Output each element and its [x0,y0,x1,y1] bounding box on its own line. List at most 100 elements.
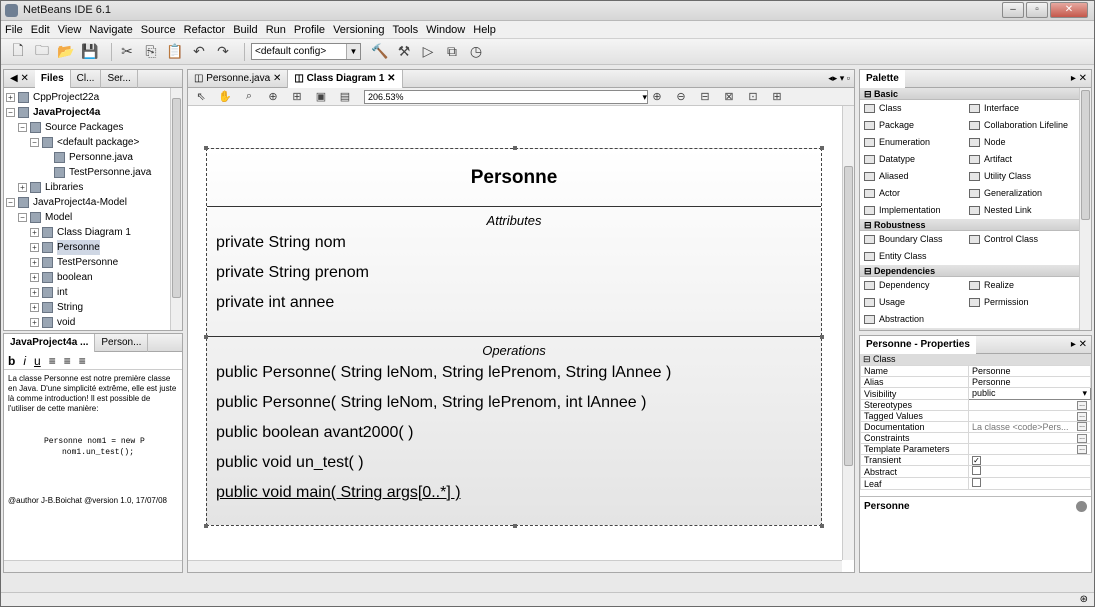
expander-icon[interactable]: + [18,183,27,192]
fit-icon[interactable]: ▣ [312,88,330,106]
editor-vscrollbar[interactable] [842,106,854,560]
uml-class-box[interactable]: Personne Attributes private String nom p… [204,146,824,528]
zoom-out-icon[interactable]: ⊖ [672,88,690,106]
palette-item[interactable]: Entity Class [860,248,965,265]
menu-help[interactable]: Help [473,24,496,36]
editor-hscrollbar[interactable] [188,560,842,572]
resize-handle[interactable] [820,524,824,528]
property-row[interactable]: Template Parameters... [860,443,1091,455]
expander-icon[interactable]: − [30,138,39,147]
tree-item[interactable]: +Diagrams [6,330,182,331]
menu-view[interactable]: View [58,24,82,36]
uml-operation[interactable]: public Personne( String leNom, String le… [207,358,821,388]
help-icon[interactable] [1076,501,1087,512]
palette-item[interactable]: Generalization [965,185,1070,202]
palette-item[interactable]: Interface [965,100,1070,117]
layout-orthogonal-icon[interactable]: ⊠ [720,88,738,106]
expander-icon[interactable]: + [30,288,39,297]
ellipsis-button[interactable]: ... [1077,411,1087,421]
ellipsis-button[interactable]: ... [1077,444,1087,454]
expander-icon[interactable]: − [6,108,15,117]
property-value[interactable]: Personne [968,376,1091,388]
tree-item[interactable]: + Class Diagram 1 [6,225,182,240]
javadoc-hscrollbar[interactable] [4,560,182,572]
tree-item[interactable]: − JavaProject4a [6,105,182,120]
palette-item[interactable]: Abstraction [860,311,965,328]
resize-handle[interactable] [513,524,517,528]
expander-icon[interactable]: − [18,123,27,132]
expander-icon[interactable]: + [30,273,39,282]
tab-class-diagram[interactable]: ◫ Class Diagram 1 ✕ [288,70,403,88]
chevron-down-icon[interactable]: ▾ [1082,389,1087,399]
resize-handle[interactable] [820,335,824,339]
expander-icon[interactable]: + [30,303,39,312]
overview-icon[interactable]: ▤ [336,88,354,106]
ellipsis-button[interactable]: ... [1077,400,1087,410]
property-value[interactable]: ✓ [968,454,1091,466]
layout-hierarchical-icon[interactable]: ⊟ [696,88,714,106]
property-value[interactable]: Personne [968,365,1091,377]
palette-item[interactable]: Actor [860,185,965,202]
tab-services[interactable]: Ser... [101,70,138,88]
align-left-icon[interactable]: ≡ [49,354,56,368]
property-value[interactable]: ... [968,443,1091,455]
close-button[interactable]: ✕ [1050,2,1088,18]
expander-icon[interactable]: + [30,228,39,237]
menu-source[interactable]: Source [141,24,176,36]
palette-item[interactable]: Utility Class [965,168,1070,185]
copy-icon[interactable]: ⎘ [142,43,160,61]
resize-handle[interactable] [204,146,208,150]
profile-icon[interactable]: ◷ [467,43,485,61]
menu-navigate[interactable]: Navigate [89,24,132,36]
uml-attribute[interactable]: private String prenom [207,258,821,288]
expander-icon[interactable]: − [18,213,27,222]
tree-item[interactable]: − <default package> [6,135,182,150]
menu-refactor[interactable]: Refactor [184,24,226,36]
palette-item[interactable]: Enumeration [860,134,965,151]
new-project-icon[interactable]: 🗀 [33,42,51,61]
resize-handle[interactable] [204,335,208,339]
zoom-in-icon[interactable]: ⊕ [648,88,666,106]
save-all-icon[interactable]: 💾 [81,43,99,61]
menu-build[interactable]: Build [233,24,257,36]
properties-menu-icon[interactable]: ▸ ✕ [1071,339,1087,350]
navigate-link-icon[interactable]: ⊞ [288,88,306,106]
ellipsis-button[interactable]: ... [1077,422,1087,431]
property-value[interactable] [968,477,1091,490]
palette-item[interactable]: Class [860,100,965,117]
redo-icon[interactable]: ↷ [214,43,232,61]
bold-button[interactable]: b [8,354,15,368]
maximize-button[interactable]: ▫ [1026,2,1048,18]
projects-scrollbar[interactable] [170,88,182,330]
property-row[interactable]: Leaf [860,477,1091,490]
paste-icon[interactable]: 📋 [166,43,184,61]
tree-item[interactable]: + int [6,285,182,300]
property-checkbox[interactable] [972,466,981,475]
panel-menu-icon[interactable]: ◀ ✕ [4,70,35,88]
menu-edit[interactable]: Edit [31,24,50,36]
expander-icon[interactable]: + [6,93,15,102]
menu-window[interactable]: Window [426,24,465,36]
palette-scrollbar[interactable] [1079,88,1091,330]
palette-item[interactable]: Control Class [965,231,1070,248]
expander-icon[interactable]: + [30,258,39,267]
uml-operation[interactable]: public Personne( String leNom, String le… [207,388,821,418]
expander-icon[interactable]: + [30,243,39,252]
palette-item[interactable]: Permission [965,294,1070,311]
property-row[interactable]: Transient ✓ [860,454,1091,466]
zoom-in-tool-icon[interactable]: ⊕ [264,88,282,106]
align-center-icon[interactable]: ≡ [64,354,71,368]
clean-build-icon[interactable]: ⚒ [395,43,413,61]
property-value[interactable]: ... [968,410,1091,422]
expander-icon[interactable]: + [30,318,39,327]
palette-item[interactable]: Implementation [860,202,965,219]
expander-icon[interactable]: − [6,198,15,207]
uml-operation[interactable]: public boolean avant2000( ) [207,418,821,448]
new-file-icon[interactable]: 🗋 [9,42,27,61]
tree-item[interactable]: − JavaProject4a-Model [6,195,182,210]
select-tool-icon[interactable]: ⇖ [192,88,210,106]
italic-button[interactable]: i [23,354,26,368]
property-row[interactable]: Abstract [860,465,1091,478]
properties-category[interactable]: ⊟ Class [860,354,1091,365]
diagram-canvas[interactable]: Personne Attributes private String nom p… [188,106,842,560]
